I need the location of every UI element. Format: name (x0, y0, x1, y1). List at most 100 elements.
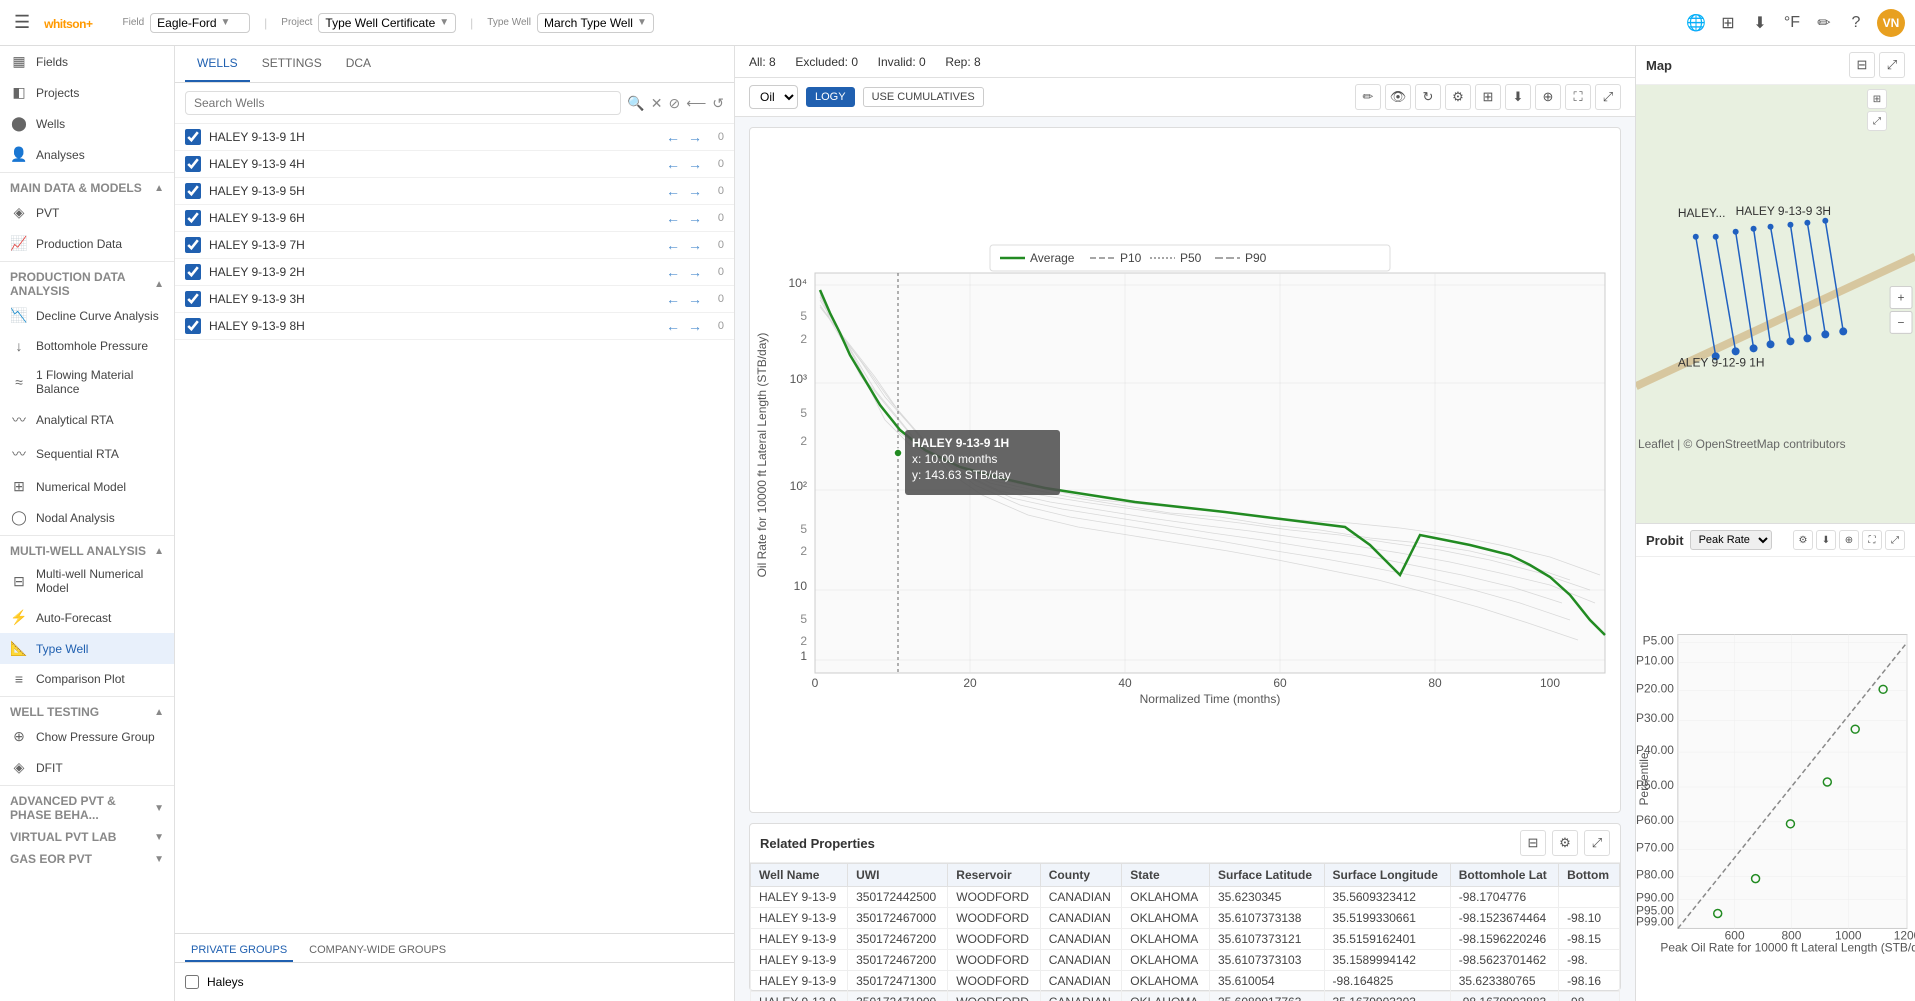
chart-download-icon[interactable]: ⬇ (1505, 84, 1531, 110)
sidebar-item-analyses[interactable]: 👤 Analyses (0, 139, 174, 170)
sidebar-item-numerical-model[interactable]: ⊞ Numerical Model (0, 471, 174, 502)
well-checkbox[interactable] (185, 210, 201, 226)
probit-download-icon[interactable]: ⬇ (1816, 530, 1836, 550)
avatar[interactable]: VN (1877, 9, 1905, 37)
well-arrow-left[interactable]: ← (666, 129, 680, 145)
probit-expand-icon[interactable]: ⛶ (1862, 530, 1882, 550)
refresh-icon[interactable]: ↺ (712, 95, 724, 112)
well-checkbox[interactable] (185, 264, 201, 280)
sidebar-item-pvt[interactable]: ◈ PVT (0, 197, 174, 228)
field-dropdown[interactable]: Eagle-Ford ▼ (150, 13, 250, 33)
download-icon[interactable]: ⬇ (1749, 12, 1771, 34)
map-fullscreen-icon[interactable]: ⤢ (1879, 52, 1905, 78)
tab-dca[interactable]: DCA (334, 46, 383, 82)
clear-search-icon[interactable]: ✕ (651, 95, 663, 112)
well-arrow-right[interactable]: → (688, 183, 702, 199)
well-arrow-right[interactable]: → (688, 237, 702, 253)
tab-wells[interactable]: WELLS (185, 46, 250, 82)
collapse-icon[interactable]: ▼ (154, 854, 164, 865)
sidebar-item-bottomhole-pressure[interactable]: ↓ Bottomhole Pressure (0, 331, 174, 361)
table-row[interactable]: HALEY 9-13-9350172471300WOODFORDCANADIAN… (751, 971, 1620, 992)
use-cumulatives-button[interactable]: USE CUMULATIVES (863, 87, 984, 107)
chart-eye-icon[interactable]: 👁 (1385, 84, 1411, 110)
well-checkbox[interactable] (185, 183, 201, 199)
sidebar-item-auto-forecast[interactable]: ⚡ Auto-Forecast (0, 602, 174, 633)
chart-zoom-icon[interactable]: ⊕ (1535, 84, 1561, 110)
well-row[interactable]: HALEY 9-13-9 4H ← → 0 (175, 151, 734, 178)
sidebar-item-comparison-plot[interactable]: ≡ Comparison Plot (0, 664, 174, 694)
sidebar-item-fields[interactable]: ▦ Fields (0, 46, 174, 77)
search-input[interactable] (185, 91, 621, 115)
sidebar-item-multiwell-numerical[interactable]: ⊟ Multi-well Numerical Model (0, 560, 174, 602)
chart-table-icon[interactable]: ⊞ (1475, 84, 1501, 110)
sidebar-item-production-data[interactable]: 📈 Production Data (0, 228, 174, 259)
probit-fullscreen-icon[interactable]: ⤢ (1885, 530, 1905, 550)
logy-button[interactable]: LOGY (806, 87, 855, 107)
well-arrow-right[interactable]: → (688, 129, 702, 145)
table-row[interactable]: HALEY 9-13-9350172467200WOODFORDCANADIAN… (751, 929, 1620, 950)
well-arrow-left[interactable]: ← (666, 264, 680, 280)
probit-select[interactable]: Peak Rate (1690, 530, 1772, 550)
sidebar-item-nodal-analysis[interactable]: ◯ Nodal Analysis (0, 502, 174, 533)
project-dropdown[interactable]: Type Well Certificate ▼ (318, 13, 456, 33)
well-arrow-left[interactable]: ← (666, 318, 680, 334)
arrow-left-icon[interactable]: ⟵ (686, 95, 706, 112)
collapse-icon[interactable]: ▲ (154, 183, 164, 194)
well-checkbox[interactable] (185, 318, 201, 334)
well-arrow-right[interactable]: → (688, 291, 702, 307)
tab-company-groups[interactable]: COMPANY-WIDE GROUPS (303, 940, 452, 962)
well-arrow-right[interactable]: → (688, 264, 702, 280)
tab-private-groups[interactable]: PRIVATE GROUPS (185, 940, 293, 962)
well-row[interactable]: HALEY 9-13-9 5H ← → 0 (175, 178, 734, 205)
rp-settings-icon[interactable]: ⚙ (1552, 830, 1578, 856)
collapse-icon[interactable]: ▼ (154, 832, 164, 843)
well-checkbox[interactable] (185, 156, 201, 172)
sidebar-item-analytical-rta[interactable]: 〰 Analytical RTA (0, 403, 174, 437)
temperature-icon[interactable]: °F (1781, 12, 1803, 34)
well-arrow-left[interactable]: ← (666, 156, 680, 172)
type-well-dropdown[interactable]: March Type Well ▼ (537, 13, 654, 33)
table-row[interactable]: HALEY 9-13-9350172467000WOODFORDCANADIAN… (751, 908, 1620, 929)
table-row[interactable]: HALEY 9-13-9350172471900WOODFORDCANADIAN… (751, 992, 1620, 1001)
collapse-icon[interactable]: ▲ (154, 279, 164, 290)
well-arrow-right[interactable]: → (688, 156, 702, 172)
fluid-select[interactable]: Oil (749, 85, 798, 109)
sidebar-item-type-well[interactable]: 📐 Type Well (0, 633, 174, 664)
sidebar-item-wells[interactable]: ⬤ Wells (0, 108, 174, 139)
grid-icon[interactable]: ⊞ (1717, 12, 1739, 34)
chart-fullscreen-icon[interactable]: ⤢ (1595, 84, 1621, 110)
well-row[interactable]: HALEY 9-13-9 1H ← → 0 (175, 124, 734, 151)
well-arrow-left[interactable]: ← (666, 210, 680, 226)
well-arrow-right[interactable]: → (688, 210, 702, 226)
help-icon[interactable]: ? (1845, 12, 1867, 34)
rp-columns-icon[interactable]: ⊟ (1520, 830, 1546, 856)
table-row[interactable]: HALEY 9-13-9350172442500WOODFORDCANADIAN… (751, 887, 1620, 908)
filter-icon[interactable]: ⊘ (668, 95, 680, 112)
well-row[interactable]: HALEY 9-13-9 6H ← → 0 (175, 205, 734, 232)
probit-zoom-icon[interactable]: ⊕ (1839, 530, 1859, 550)
sidebar-item-flowing-material-balance[interactable]: ≈ 1 Flowing Material Balance (0, 361, 174, 403)
well-checkbox[interactable] (185, 237, 201, 253)
chart-refresh-icon[interactable]: ↻ (1415, 84, 1441, 110)
chart-expand-icon[interactable]: ⛶ (1565, 84, 1591, 110)
well-arrow-right[interactable]: → (688, 318, 702, 334)
well-arrow-left[interactable]: ← (666, 183, 680, 199)
hamburger-icon[interactable]: ☰ (10, 8, 34, 37)
well-row[interactable]: HALEY 9-13-9 7H ← → 0 (175, 232, 734, 259)
sidebar-item-chow-pressure[interactable]: ⊕ Chow Pressure Group (0, 721, 174, 752)
rp-expand-icon[interactable]: ⤢ (1584, 830, 1610, 856)
chart-settings-icon[interactable]: ⚙ (1445, 84, 1471, 110)
probit-settings-icon[interactable]: ⚙ (1793, 530, 1813, 550)
chart-pencil-icon[interactable]: ✏ (1355, 84, 1381, 110)
map-corner-icon1[interactable]: ⊞ (1867, 89, 1887, 109)
map-corner-icon2[interactable]: ⤢ (1867, 111, 1887, 131)
sidebar-item-decline-curve[interactable]: 📉 Decline Curve Analysis (0, 300, 174, 331)
well-arrow-left[interactable]: ← (666, 237, 680, 253)
well-row[interactable]: HALEY 9-13-9 2H ← → 0 (175, 259, 734, 286)
sidebar-item-dfit[interactable]: ◈ DFIT (0, 752, 174, 783)
collapse-icon[interactable]: ▲ (154, 707, 164, 718)
map-body[interactable]: HALEY... HALEY 9-13-9 3H ALEY 9-12-9 1H … (1636, 85, 1915, 523)
collapse-icon[interactable]: ▼ (154, 803, 164, 814)
table-row[interactable]: HALEY 9-13-9350172467200WOODFORDCANADIAN… (751, 950, 1620, 971)
map-icon1[interactable]: ⊟ (1849, 52, 1875, 78)
